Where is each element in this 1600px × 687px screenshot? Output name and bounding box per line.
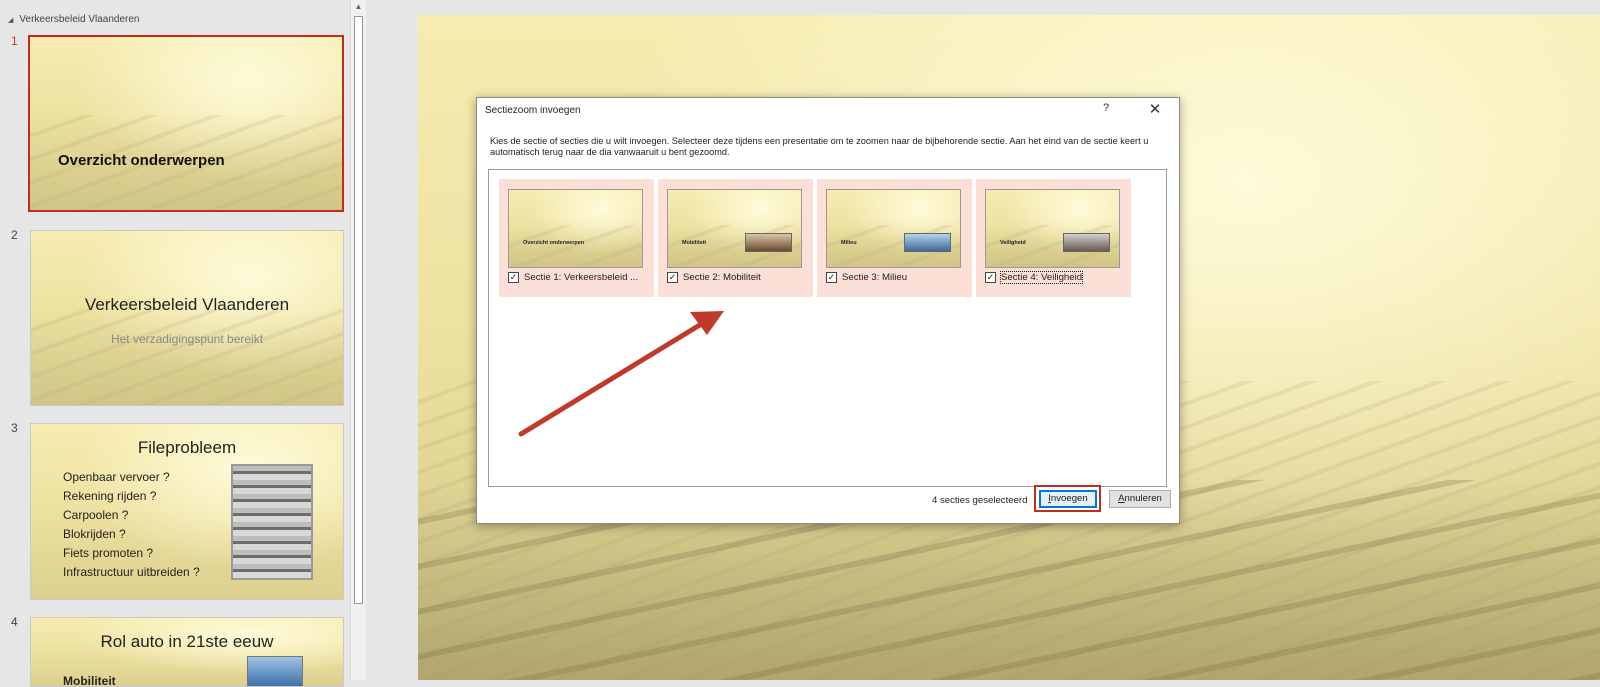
section-header-label: Verkeersbeleid Vlaanderen bbox=[19, 14, 140, 25]
slide-3-bullet: Carpoolen ? bbox=[63, 508, 129, 522]
slide-thumbnail-4[interactable]: Rol auto in 21ste eeuw Mobiliteit bbox=[30, 617, 344, 687]
slide-number-2: 2 bbox=[11, 228, 18, 242]
mobility-photo bbox=[745, 233, 792, 252]
slide-3-bullet: Blokrijden ? bbox=[63, 527, 126, 541]
environment-photo bbox=[904, 233, 951, 252]
slide-4-text: Mobiliteit bbox=[63, 674, 116, 687]
slide-3-bullet: Openbaar vervoer ? bbox=[63, 470, 170, 484]
section-tile-4[interactable]: Veiligheid ✓ Sectie 4: Veiligheid bbox=[976, 179, 1131, 297]
section-thumbnail: Veiligheid bbox=[985, 189, 1120, 268]
slide-thumbnail-2[interactable]: Verkeersbeleid Vlaanderen Het verzadigin… bbox=[30, 230, 344, 406]
section-tile-3[interactable]: Milieu ✓ Sectie 3: Milieu bbox=[817, 179, 972, 297]
car-plane-photo bbox=[247, 656, 303, 686]
cancel-button-label: nnuleren bbox=[1124, 493, 1162, 504]
section-label: Sectie 2: Mobiliteit bbox=[683, 272, 761, 283]
cancel-button[interactable]: Annuleren bbox=[1109, 490, 1171, 508]
section-label: Sectie 3: Milieu bbox=[842, 272, 908, 283]
section-header[interactable]: ◢ Verkeersbeleid Vlaanderen bbox=[8, 14, 139, 25]
section-thumbnail: Overzicht onderwerpen bbox=[508, 189, 643, 268]
section-checkbox[interactable]: ✓ bbox=[508, 272, 519, 283]
section-checkbox[interactable]: ✓ bbox=[826, 272, 837, 283]
dialog-title: Sectiezoom invoegen bbox=[485, 105, 581, 116]
section-label: Sectie 1: Verkeersbeleid ... bbox=[524, 272, 639, 283]
scrollbar-thumb[interactable] bbox=[354, 16, 363, 604]
slide-thumbnail-pane: ◢ Verkeersbeleid Vlaanderen 1 Overzicht … bbox=[0, 0, 366, 687]
thumbnail-scrollbar[interactable]: ▲ bbox=[350, 0, 366, 680]
selected-count-text: 4 secties geselecteerd bbox=[932, 495, 1028, 506]
section-list: Overzicht onderwerpen ✓ Sectie 1: Verkee… bbox=[488, 169, 1167, 487]
section-checkbox[interactable]: ✓ bbox=[667, 272, 678, 283]
slide-1-title: Overzicht onderwerpen bbox=[58, 152, 225, 169]
slide-2-title: Verkeersbeleid Vlaanderen bbox=[84, 295, 290, 314]
section-thumbnail-label: Overzicht onderwerpen bbox=[523, 240, 585, 246]
scroll-up-arrow-icon[interactable]: ▲ bbox=[351, 0, 366, 14]
slide-4-title: Rol auto in 21ste eeuw bbox=[100, 632, 274, 651]
section-thumbnail-label: Milieu bbox=[841, 240, 857, 246]
slide-thumbnail-1[interactable]: Overzicht onderwerpen bbox=[28, 35, 344, 212]
slide-3-title: Fileprobleem bbox=[137, 438, 237, 457]
slide-2-subtitle: Het verzadigingspunt bereikt bbox=[110, 332, 264, 346]
slide-thumbnail-3[interactable]: Fileprobleem Openbaar vervoer ? Rekening… bbox=[30, 423, 344, 600]
collapse-triangle-icon[interactable]: ◢ bbox=[8, 16, 13, 24]
section-thumbnail-label: Mobiliteit bbox=[682, 240, 707, 246]
insert-button[interactable]: Invoegen bbox=[1039, 490, 1097, 508]
section-tile-2[interactable]: Mobiliteit ✓ Sectie 2: Mobiliteit bbox=[658, 179, 813, 297]
safety-photo bbox=[1063, 233, 1110, 252]
section-zoom-dialog: Sectiezoom invoegen ? ✕ Kies de sectie o… bbox=[476, 97, 1180, 524]
slide-3-bullet: Rekening rijden ? bbox=[63, 489, 157, 503]
close-icon[interactable]: ✕ bbox=[1146, 102, 1164, 118]
dialog-description: Kies de sectie of secties die u wilt inv… bbox=[490, 136, 1149, 157]
section-tile-1[interactable]: Overzicht onderwerpen ✓ Sectie 1: Verkee… bbox=[499, 179, 654, 297]
section-thumbnail-label: Veiligheid bbox=[1000, 240, 1026, 246]
insert-button-label: nvoegen bbox=[1050, 493, 1088, 504]
slide-number-1: 1 bbox=[11, 34, 18, 48]
slide-3-bullet: Infrastructuur uitbreiden ? bbox=[63, 565, 200, 579]
section-thumbnail: Mobiliteit bbox=[667, 189, 802, 268]
section-checkbox[interactable]: ✓ bbox=[985, 272, 996, 283]
section-label: Sectie 4: Veiligheid bbox=[999, 271, 1084, 284]
slide-number-3: 3 bbox=[11, 421, 18, 435]
traffic-jam-photo bbox=[231, 464, 313, 580]
slide-number-4: 4 bbox=[11, 615, 18, 629]
slide-3-bullets: Openbaar vervoer ? Rekening rijden ? Car… bbox=[63, 468, 200, 582]
slide-3-bullet: Fiets promoten ? bbox=[63, 546, 154, 560]
help-icon[interactable]: ? bbox=[1099, 102, 1113, 118]
section-thumbnail: Milieu bbox=[826, 189, 961, 268]
